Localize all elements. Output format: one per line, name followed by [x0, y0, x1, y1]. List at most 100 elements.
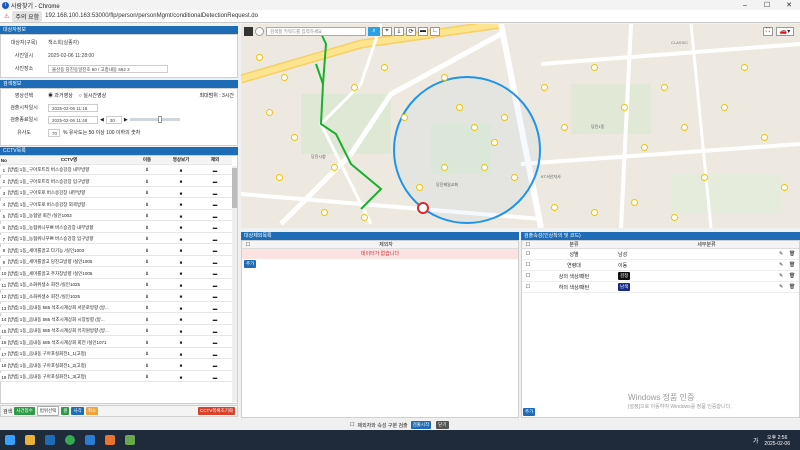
- exclude-icon[interactable]: ▬: [198, 191, 232, 196]
- edit-icon[interactable]: ✎: [779, 262, 789, 268]
- next-icon[interactable]: ▶: [124, 117, 128, 123]
- cctv-row[interactable]: 17 [방범] 1동_음내동 구아포실회전1_1(고정) ⬇ ■ ▬: [0, 350, 232, 360]
- exclude-icon[interactable]: ▬: [198, 294, 232, 299]
- car-icon[interactable]: 🚗▾: [776, 27, 794, 36]
- move-icon[interactable]: ⬇: [130, 248, 164, 254]
- cctv-marker-icon[interactable]: [721, 104, 728, 111]
- delete-icon[interactable]: 🗑: [789, 284, 799, 290]
- cctv-marker-icon[interactable]: [761, 134, 768, 141]
- download-icon[interactable]: ⤓: [394, 27, 404, 36]
- delete-icon[interactable]: 🗑: [789, 273, 799, 279]
- cctv-row[interactable]: 13 [방범] 1동_음내동 585 석조시계상회 서문로방향 (방... ⬇ ■ ▬: [0, 304, 232, 314]
- globe-icon[interactable]: [255, 27, 264, 36]
- start-detection-button[interactable]: 검출시작: [410, 421, 432, 429]
- move-icon[interactable]: ⬇: [130, 294, 164, 300]
- cctv-marker-icon[interactable]: [501, 114, 508, 121]
- cctv-row[interactable]: 1 [방범] 1동_구아포트리 버스승강장 내부방향 ⬇ ■ ▬: [0, 166, 232, 176]
- radio-live[interactable]: ○ 실시간영상: [79, 92, 106, 99]
- exclude-icon[interactable]: ▬: [198, 248, 232, 253]
- video-icon[interactable]: ■: [164, 214, 198, 219]
- feature-row[interactable]: ☐ 성별 남성 ✎ 🗑: [522, 249, 799, 260]
- cctv-marker-icon[interactable]: [471, 124, 478, 131]
- cctv-marker-icon[interactable]: [481, 164, 488, 171]
- end-stepper[interactable]: 30: [105, 115, 122, 124]
- select-all-checkbox[interactable]: ☐: [242, 241, 254, 248]
- cctv-marker-icon[interactable]: [681, 124, 688, 131]
- map-search-input[interactable]: 검색할 키워드를 입력하세요: [266, 27, 366, 36]
- chrome-icon[interactable]: [65, 435, 75, 445]
- cctv-row[interactable]: 2 [방범] 1동_구아포트리 버스승강장 입구방향 ⬇ ■ ▬: [0, 177, 232, 187]
- delete-icon[interactable]: 🗑: [789, 251, 799, 257]
- cctv-row[interactable]: 10 [방범] 1동_세마를골고 주차장방향 /실인1005 ⬇ ■ ▬: [0, 269, 232, 279]
- video-icon[interactable]: ■: [164, 237, 198, 242]
- cctv-marker-icon[interactable]: [591, 64, 598, 71]
- edit-icon[interactable]: ✎: [779, 284, 789, 290]
- close-button[interactable]: 닫기: [436, 421, 449, 429]
- cctv-row[interactable]: 19 [방범] 1동_음내동 구아포실회전1_3(고정) ⬇ ■ ▬: [0, 373, 232, 383]
- cctv-marker-icon[interactable]: [291, 134, 298, 141]
- cctv-marker-icon[interactable]: [551, 204, 558, 211]
- move-icon[interactable]: ⬇: [130, 202, 164, 208]
- video-icon[interactable]: ■: [164, 202, 198, 207]
- end-datetime-input[interactable]: 2025-02-06 11:48: [48, 115, 98, 124]
- cancel-button[interactable]: 취소: [85, 407, 99, 415]
- location-icon[interactable]: ⌖: [382, 27, 392, 36]
- add-feature-button[interactable]: 추가: [523, 408, 536, 416]
- cctv-scrollbar[interactable]: [232, 166, 237, 402]
- exclude-icon[interactable]: ▬: [198, 363, 232, 368]
- video-icon[interactable]: ■: [164, 317, 198, 322]
- start-datetime-input[interactable]: 2025-02-06 11:18: [48, 103, 98, 112]
- reset-cctv-button[interactable]: CCTV목록초기화: [198, 407, 235, 415]
- cctv-marker-icon[interactable]: [361, 214, 368, 221]
- exclude-icon[interactable]: ▬: [198, 317, 232, 322]
- cctv-row[interactable]: 6 [방범] 1동_농협위니푸쁘 버스승강장 내부방향 ⬇ ■ ▬: [0, 223, 232, 233]
- cctv-marker-icon[interactable]: [541, 84, 548, 91]
- exclude-icon[interactable]: ▬: [198, 271, 232, 276]
- prev-icon[interactable]: ◀: [100, 117, 104, 123]
- separate-checkbox[interactable]: ☐: [350, 422, 354, 428]
- cctv-marker-icon[interactable]: [631, 199, 638, 206]
- store-icon[interactable]: [45, 435, 55, 445]
- feature-row[interactable]: ☐ 연령대 이동 ✎ 🗑: [522, 260, 799, 271]
- feature-row[interactable]: ☐ 하의 색상/패턴 남색 ✎ 🗑: [522, 282, 799, 293]
- cctv-marker-icon[interactable]: [661, 84, 668, 91]
- select-all-checkbox[interactable]: ☐: [522, 241, 534, 248]
- start-icon[interactable]: [5, 435, 15, 445]
- cctv-marker-icon[interactable]: [381, 64, 388, 71]
- cctv-row[interactable]: 14 [방범] 1동_음내동 585 석조시계상회 시장방향 (방... ⬇ ■ ▬: [0, 315, 232, 325]
- exclude-icon[interactable]: ▬: [198, 340, 232, 345]
- move-icon[interactable]: ⬇: [130, 225, 164, 231]
- video-icon[interactable]: ■: [164, 363, 198, 368]
- fullscreen-icon[interactable]: ⛶: [763, 27, 773, 36]
- exclude-icon[interactable]: ▬: [198, 329, 232, 334]
- cctv-row[interactable]: 9 [방범] 1동_세마를골고 당진고방향 /실인1005 ⬇ ■ ▬: [0, 258, 232, 268]
- cctv-marker-icon[interactable]: [561, 124, 568, 131]
- ime-indicator[interactable]: 가: [753, 436, 759, 445]
- edit-icon[interactable]: ✎: [779, 273, 789, 279]
- refresh-icon[interactable]: ⟳: [406, 27, 416, 36]
- move-icon[interactable]: ⬇: [130, 328, 164, 334]
- move-icon[interactable]: ⬇: [130, 317, 164, 323]
- move-icon[interactable]: ⬇: [130, 282, 164, 288]
- row-checkbox[interactable]: ☐: [522, 273, 534, 279]
- move-icon[interactable]: ⬇: [130, 374, 164, 380]
- map-view[interactable]: 검색할 키워드를 입력하세요 ⌕ ⌖ ⤓ ⟳ ▬ ∟ ⛶ 🚗▾ CLASSIC …: [241, 24, 800, 228]
- cctv-row[interactable]: 16 [방범] 1동_음내동 585 석조시계상회 회전 /실인1071 ⬇ ■ ▬: [0, 338, 232, 348]
- row-checkbox[interactable]: ☐: [522, 262, 534, 268]
- clock[interactable]: 오후 2:56 2025-02-06: [764, 434, 790, 447]
- add-exclude-button[interactable]: 추가: [244, 260, 257, 268]
- folder-icon[interactable]: [25, 435, 35, 445]
- exclude-icon[interactable]: ▬: [198, 260, 232, 265]
- cctv-marker-icon[interactable]: [276, 174, 283, 181]
- move-icon[interactable]: ⬇: [130, 305, 164, 311]
- cctv-marker-icon[interactable]: [401, 114, 408, 121]
- cctv-marker-icon[interactable]: [441, 164, 448, 171]
- similarity-input[interactable]: 70: [48, 128, 60, 137]
- cctv-marker-icon[interactable]: [351, 84, 358, 91]
- exclude-icon[interactable]: ▬: [198, 237, 232, 242]
- cctv-marker-icon[interactable]: [741, 64, 748, 71]
- exclude-icon[interactable]: ▬: [198, 352, 232, 357]
- video-icon[interactable]: ■: [164, 352, 198, 357]
- video-icon[interactable]: ■: [164, 306, 198, 311]
- ruler-icon[interactable]: ▬: [418, 27, 428, 36]
